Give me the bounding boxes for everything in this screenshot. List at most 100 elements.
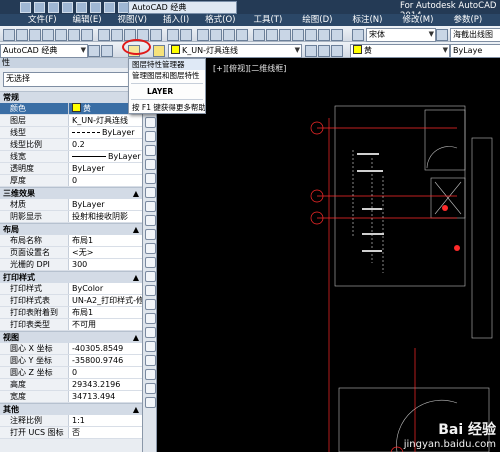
menu-modify[interactable]: 修改(M) [392, 14, 443, 26]
array-icon[interactable] [145, 397, 156, 408]
layer-combo[interactable]: K_UN-灯具连线 ▼ [168, 44, 302, 58]
undo-icon[interactable] [167, 29, 179, 41]
help-icon[interactable] [331, 29, 343, 41]
tool-palettes-icon[interactable] [279, 29, 291, 41]
text-style-combo[interactable]: 宋体 ▼ [366, 28, 436, 42]
prop-row[interactable]: 圆心 Z 坐标 0 [0, 367, 142, 379]
prop-value[interactable]: ByLayer [69, 151, 142, 162]
block-editor-icon[interactable] [150, 29, 162, 41]
markup-icon[interactable] [305, 29, 317, 41]
prop-value[interactable]: 29343.2196 [69, 379, 142, 390]
zoom-window-icon[interactable] [223, 29, 235, 41]
menu-tools[interactable]: 工具(T) [243, 14, 292, 26]
color-combo[interactable]: 黄 ▼ [350, 44, 450, 58]
qnew-icon[interactable] [3, 29, 15, 41]
section-view[interactable]: 视图 ▲ [0, 331, 142, 343]
save-icon[interactable] [29, 29, 41, 41]
drawing-canvas[interactable]: [+][俯视][二维线框] [157, 58, 500, 452]
gradient-icon[interactable] [145, 271, 156, 282]
sheet-set-icon[interactable] [292, 29, 304, 41]
point-icon[interactable] [145, 243, 156, 254]
circle-icon[interactable] [145, 145, 156, 156]
region-icon[interactable] [145, 285, 156, 296]
ellipse-arc-icon[interactable] [145, 201, 156, 212]
linetype-combo[interactable]: ByLaye [450, 44, 500, 58]
table-icon[interactable] [145, 299, 156, 310]
layer-state-icon[interactable] [153, 45, 165, 57]
prop-row[interactable]: 布局名称 布局1 [0, 235, 142, 247]
publish-icon[interactable] [68, 29, 80, 41]
prop-row[interactable]: 高度 29343.2196 [0, 379, 142, 391]
prop-value[interactable]: 不可用 [69, 319, 142, 330]
dim-style-icon[interactable] [436, 29, 448, 41]
prop-row[interactable]: 页面设置名 <无> [0, 247, 142, 259]
mirror-icon[interactable] [145, 369, 156, 380]
prop-row[interactable]: 透明度 ByLayer [0, 163, 142, 175]
workspace-switcher[interactable]: AutoCAD 经典 [128, 1, 237, 14]
mtext-icon[interactable] [145, 313, 156, 324]
section-general[interactable]: 常规▲ [0, 91, 142, 103]
make-block-icon[interactable] [145, 229, 156, 240]
prop-row[interactable]: 圆心 Y 坐标 -35800.9746 [0, 355, 142, 367]
prop-value[interactable]: 0 [69, 367, 142, 378]
open-icon[interactable] [16, 29, 28, 41]
copy-icon[interactable] [111, 29, 123, 41]
layer-previous-icon[interactable] [318, 45, 330, 57]
new-file-icon[interactable] [34, 2, 45, 13]
3d-dwf-icon[interactable] [81, 29, 93, 41]
prop-value[interactable]: 34713.494 [69, 391, 142, 402]
print-icon[interactable] [90, 2, 101, 13]
ellipse-icon[interactable] [145, 187, 156, 198]
prop-value[interactable]: -40305.8549 [69, 343, 142, 354]
prop-value[interactable]: 布局1 [69, 235, 142, 246]
prop-value[interactable]: 1:1 [69, 415, 142, 426]
prop-row[interactable]: 宽度 34713.494 [0, 391, 142, 403]
hatch-icon[interactable] [145, 257, 156, 268]
rectangle-icon[interactable] [145, 117, 156, 128]
dim-style-combo[interactable]: 海截出线图 [450, 28, 500, 42]
prop-value[interactable]: UN-A2_打印样式-修... [69, 295, 142, 306]
workspace-settings-icon[interactable] [88, 45, 100, 57]
prop-row[interactable]: 线宽 ByLayer [0, 151, 142, 163]
properties-icon[interactable] [253, 29, 265, 41]
prop-value[interactable]: ByLayer [69, 163, 142, 174]
menu-file[interactable]: 文件(F) [20, 14, 65, 26]
spline-icon[interactable] [145, 173, 156, 184]
prop-row[interactable]: 注释比例 1:1 [0, 415, 142, 427]
prop-row[interactable]: 材质 ByLayer [0, 199, 142, 211]
selection-dropdown[interactable]: 无选择 ▼ [3, 72, 139, 87]
prop-row[interactable]: 打印表类型 不可用 [0, 319, 142, 331]
workspace-combo[interactable]: AutoCAD 经典 ▼ [0, 44, 88, 58]
menu-format[interactable]: 格式(O) [197, 14, 243, 26]
pan-icon[interactable] [197, 29, 209, 41]
prop-row[interactable]: 打印表附着到 布局1 [0, 307, 142, 319]
saveas-icon[interactable] [76, 2, 87, 13]
app-menu-icon[interactable] [20, 2, 31, 13]
redo-icon[interactable] [180, 29, 192, 41]
prop-value[interactable]: 300 [69, 259, 142, 270]
menu-edit[interactable]: 编辑(E) [65, 14, 110, 26]
erase-icon[interactable] [145, 341, 156, 352]
section-3d-effects[interactable]: 三维效果 ▲ [0, 187, 142, 199]
menu-parametric[interactable]: 参数(P) [443, 14, 492, 26]
prop-row[interactable]: 打印样式表UN-A2_打印样式-修... [0, 295, 142, 307]
section-misc[interactable]: 其他 ▲ [0, 403, 142, 415]
add-selected-icon[interactable] [145, 327, 156, 338]
prop-value[interactable]: ByLayer [69, 127, 142, 138]
zoom-realtime-icon[interactable] [210, 29, 222, 41]
menu-draw[interactable]: 绘图(D) [292, 14, 342, 26]
prop-value[interactable]: K_UN-灯具连线 [69, 115, 142, 126]
section-plot-style[interactable]: 打印样式 ▲ [0, 271, 142, 283]
prop-value[interactable]: ByColor [69, 283, 142, 294]
lock-ui-icon[interactable] [101, 45, 113, 57]
zoom-previous-icon[interactable] [236, 29, 248, 41]
text-style-icon[interactable] [352, 29, 364, 41]
undo-icon[interactable] [104, 2, 115, 13]
menu-dimension[interactable]: 标注(N) [342, 14, 392, 26]
open-file-icon[interactable] [48, 2, 59, 13]
prop-value[interactable]: -35800.9746 [69, 355, 142, 366]
prop-value[interactable]: 投射和接收阴影 [69, 211, 142, 222]
prop-row[interactable]: 光栅的 DPI 300 [0, 259, 142, 271]
prop-row[interactable]: 阴影显示 投射和接收阴影 [0, 211, 142, 223]
prop-value[interactable]: 0.2 [69, 139, 142, 150]
